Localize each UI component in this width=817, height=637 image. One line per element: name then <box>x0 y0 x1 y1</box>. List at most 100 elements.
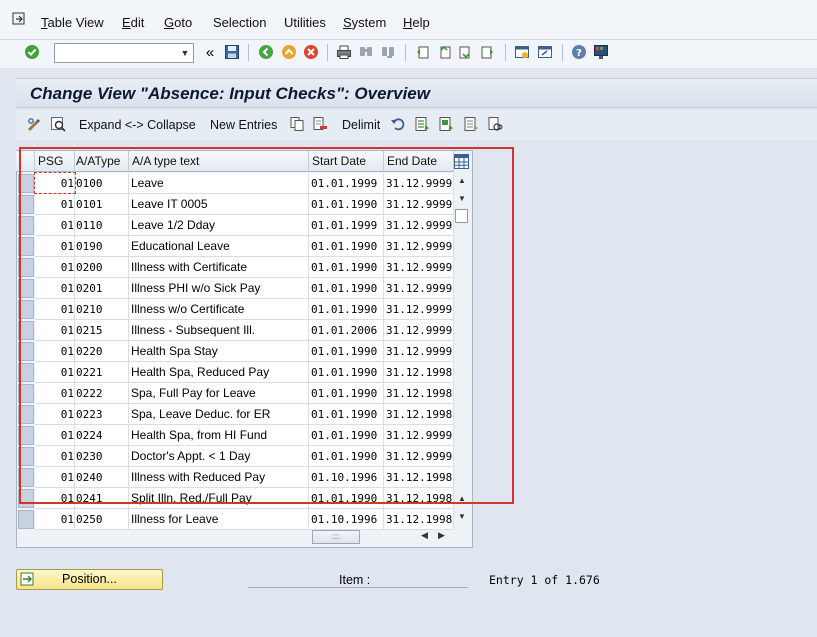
cell-psg[interactable]: 01 <box>35 446 75 467</box>
cell-aatype-text[interactable]: Leave IT 0005 <box>129 194 309 215</box>
cell-aatype[interactable]: 0240 <box>75 467 129 488</box>
menu-arrow-icon[interactable] <box>12 12 26 26</box>
row-selector[interactable] <box>18 426 34 445</box>
table-row[interactable]: 01 0221 Health Spa, Reduced Pay 01.01.1990 3… <box>16 362 454 383</box>
table-row[interactable]: 01 0250 Illness for Leave 01.10.1996 31.12.1… <box>16 509 454 530</box>
cell-end-date[interactable]: 31.12.9999 <box>384 425 454 446</box>
shortcut-icon[interactable] <box>537 44 553 60</box>
cell-aatype-text[interactable]: Illness with Certificate <box>129 257 309 278</box>
copy-as-icon[interactable] <box>289 116 305 132</box>
cell-end-date[interactable]: 31.12.9999 <box>384 215 454 236</box>
cell-end-date[interactable]: 31.12.1998 <box>384 362 454 383</box>
cell-end-date[interactable]: 31.12.9999 <box>384 257 454 278</box>
cell-end-date[interactable]: 31.12.9999 <box>384 194 454 215</box>
cell-aatype-text[interactable]: Split Illn. Red./Full Pay <box>129 488 309 509</box>
save-icon[interactable] <box>224 44 240 60</box>
cell-end-date[interactable]: 31.12.1998 <box>384 509 454 530</box>
previous-page-icon[interactable] <box>436 44 452 60</box>
select-block-icon[interactable] <box>438 116 454 132</box>
help-icon[interactable]: ? <box>571 44 587 60</box>
expand-collapse-button[interactable]: Expand <-> Collapse <box>79 118 196 132</box>
menu-table-view[interactable]: Table View <box>41 15 104 30</box>
print-icon[interactable] <box>336 44 352 60</box>
last-page-icon[interactable] <box>480 44 496 60</box>
cell-aatype-text[interactable]: Illness w/o Certificate <box>129 299 309 320</box>
cell-start-date[interactable]: 01.10.1996 <box>309 509 384 530</box>
scrollbar-thumb[interactable] <box>455 209 468 223</box>
cell-start-date[interactable]: 01.01.1990 <box>309 362 384 383</box>
row-selector[interactable] <box>18 279 34 298</box>
enter-check-icon[interactable] <box>24 44 40 60</box>
cell-aatype[interactable]: 0100 <box>75 173 129 194</box>
cell-aatype[interactable]: 0220 <box>75 341 129 362</box>
cell-start-date[interactable]: 01.01.1999 <box>309 173 384 194</box>
row-selector[interactable] <box>18 468 34 487</box>
cell-aatype-text[interactable]: Health Spa Stay <box>129 341 309 362</box>
row-selector[interactable] <box>18 342 34 361</box>
cell-aatype[interactable]: 0190 <box>75 236 129 257</box>
table-row[interactable]: 01 0223 Spa, Leave Deduc. for ER 01.01.1990… <box>16 404 454 425</box>
cell-psg[interactable]: 01 <box>35 257 75 278</box>
cell-aatype[interactable]: 0230 <box>75 446 129 467</box>
table-row[interactable]: 01 0240 Illness with Reduced Pay 01.10.1996… <box>16 467 454 488</box>
cell-aatype-text[interactable]: Leave <box>129 173 309 194</box>
table-row[interactable]: 01 0222 Spa, Full Pay for Leave 01.01.1990 3… <box>16 383 454 404</box>
row-selector[interactable] <box>18 216 34 235</box>
cell-psg[interactable]: 01 <box>35 383 75 404</box>
column-header-start-date[interactable]: Start Date <box>309 151 384 172</box>
menu-system[interactable]: System <box>343 15 386 30</box>
row-selector[interactable] <box>18 384 34 403</box>
table-settings-icon[interactable] <box>453 153 470 170</box>
menu-selection[interactable]: Selection <box>213 15 266 30</box>
cell-psg[interactable]: 01 <box>35 488 75 509</box>
row-selector[interactable] <box>18 237 34 256</box>
cell-start-date[interactable]: 01.01.1990 <box>309 383 384 404</box>
exit-icon[interactable] <box>281 44 297 60</box>
cell-start-date[interactable]: 01.01.1990 <box>309 257 384 278</box>
table-row[interactable]: 01 0224 Health Spa, from HI Fund 01.01.1990… <box>16 425 454 446</box>
cell-aatype-text[interactable]: Illness with Reduced Pay <box>129 467 309 488</box>
cell-end-date[interactable]: 31.12.9999 <box>384 173 454 194</box>
cell-end-date[interactable]: 31.12.9999 <box>384 236 454 257</box>
cell-aatype-text[interactable]: Health Spa, Reduced Pay <box>129 362 309 383</box>
print-field-list-icon[interactable] <box>487 116 503 132</box>
customize-layout-icon[interactable] <box>593 44 609 60</box>
table-row[interactable]: 01 0110 Leave 1/2 Dday 01.01.1999 31.12.9999 <box>16 215 454 236</box>
column-header-aatype-text[interactable]: A/A type text <box>129 151 309 172</box>
table-row[interactable]: 01 0100 Leave 01.01.1999 31.12.9999 <box>16 173 454 194</box>
cell-start-date[interactable]: 01.01.1999 <box>309 215 384 236</box>
cell-end-date[interactable]: 31.12.9999 <box>384 278 454 299</box>
back-icon[interactable] <box>258 44 274 60</box>
column-header-end-date[interactable]: End Date <box>384 151 454 172</box>
cell-psg[interactable]: 01 <box>35 362 75 383</box>
cell-psg[interactable]: 01 <box>35 173 75 194</box>
menu-utilities[interactable]: Utilities <box>284 15 326 30</box>
table-row[interactable]: 01 0200 Illness with Certificate 01.01.1990… <box>16 257 454 278</box>
cell-end-date[interactable]: 31.12.1998 <box>384 383 454 404</box>
cell-aatype[interactable]: 0101 <box>75 194 129 215</box>
cell-aatype-text[interactable]: Spa, Full Pay for Leave <box>129 383 309 404</box>
scroll-up-icon[interactable]: ▲ <box>457 176 467 186</box>
cell-psg[interactable]: 01 <box>35 278 75 299</box>
cell-aatype[interactable]: 0110 <box>75 215 129 236</box>
vertical-scrollbar[interactable]: ▲ ▼ ▲ ▼ <box>454 172 470 527</box>
table-row[interactable]: 01 0210 Illness w/o Certificate 01.01.1990 3… <box>16 299 454 320</box>
select-all-header[interactable] <box>16 151 35 172</box>
row-selector[interactable] <box>18 489 34 508</box>
delimit-button[interactable]: Delimit <box>342 118 380 132</box>
horizontal-scrollbar-thumb[interactable]: ::: <box>312 530 360 544</box>
cell-aatype-text[interactable]: Spa, Leave Deduc. for ER <box>129 404 309 425</box>
cell-psg[interactable]: 01 <box>35 194 75 215</box>
cell-aatype-text[interactable]: Illness for Leave <box>129 509 309 530</box>
cell-start-date[interactable]: 01.01.1990 <box>309 404 384 425</box>
next-page-icon[interactable] <box>458 44 474 60</box>
cell-aatype-text[interactable]: Illness - Subsequent Ill. <box>129 320 309 341</box>
select-all-icon[interactable] <box>414 116 430 132</box>
cell-aatype[interactable]: 0223 <box>75 404 129 425</box>
menu-goto[interactable]: Goto <box>164 15 192 30</box>
cell-end-date[interactable]: 31.12.9999 <box>384 446 454 467</box>
new-entries-button[interactable]: New Entries <box>210 118 277 132</box>
table-row[interactable]: 01 0190 Educational Leave 01.01.1990 31.12.9… <box>16 236 454 257</box>
collapse-arrows-icon[interactable]: « <box>202 44 218 61</box>
cell-start-date[interactable]: 01.01.1990 <box>309 446 384 467</box>
